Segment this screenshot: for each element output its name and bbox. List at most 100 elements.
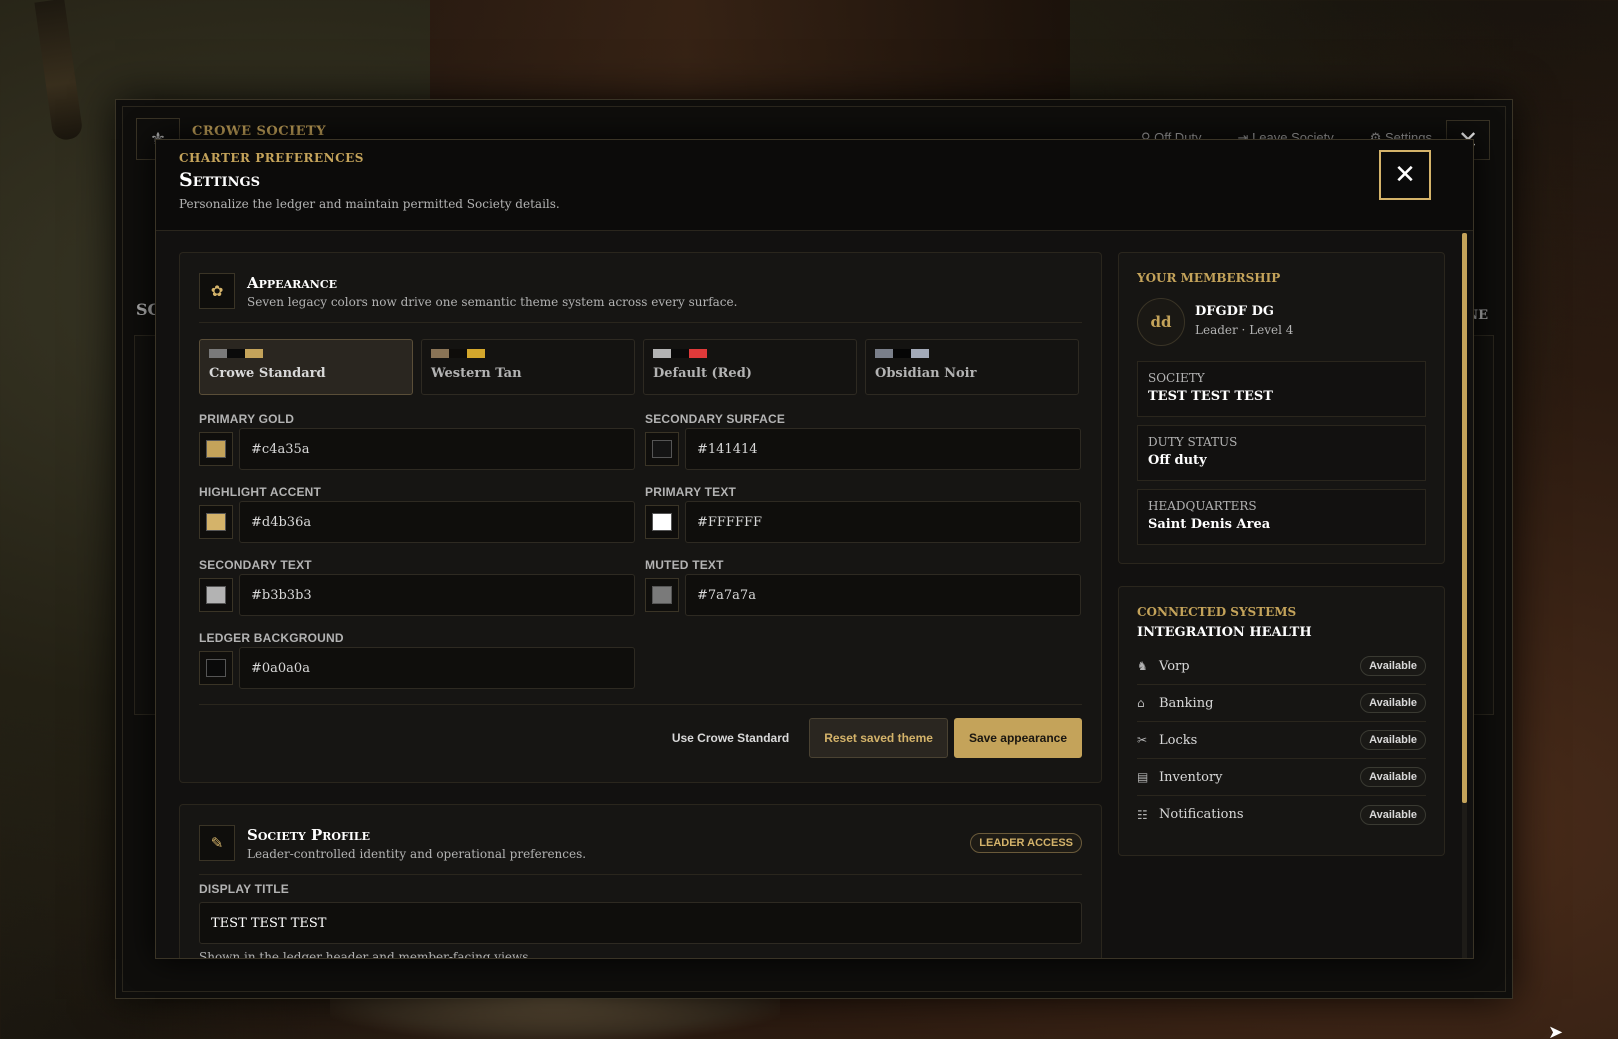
info-duty-status: DUTY STATUS Off duty [1137, 425, 1426, 481]
save-appearance-button[interactable]: Save appearance [953, 718, 1082, 758]
modal-subtitle: Personalize the ledger and maintain perm… [179, 197, 560, 211]
reset-saved-theme-button[interactable]: Reset saved theme [809, 718, 948, 758]
status-badge: Available [1360, 767, 1426, 787]
preset-obsidian-noir[interactable]: Obsidian Noir [865, 339, 1079, 395]
ledger-background-input[interactable] [239, 647, 635, 689]
display-title-help: Shown in the ledger header and member-fa… [199, 950, 533, 959]
modal-title: Settings [179, 169, 260, 191]
society-profile-panel: ✎ Society Profile Leader-controlled iden… [179, 804, 1102, 959]
color-fields-grid: PRIMARY GOLD SECONDARY SURFACE HIGHLIGHT… [199, 412, 1082, 689]
field-label: PRIMARY GOLD [199, 412, 295, 426]
system-name: Locks [1159, 732, 1198, 748]
color-swatch [206, 586, 226, 604]
member-role: Leader · Level 4 [1195, 323, 1294, 337]
color-swatch [893, 349, 911, 358]
info-value: TEST TEST TEST [1148, 389, 1273, 404]
ledger-title: CROWE SOCIETY [192, 124, 327, 139]
preset-default-red[interactable]: Default (Red) [643, 339, 857, 395]
color-swatch-button[interactable] [645, 505, 679, 539]
appearance-actions-divider [199, 704, 1082, 705]
connected-systems-panel: CONNECTED SYSTEMS INTEGRATION HEALTH ♞ V… [1118, 586, 1445, 856]
field-secondary-surface: SECONDARY SURFACE [645, 412, 1081, 470]
preset-crowe-standard[interactable]: Crowe Standard [199, 339, 413, 395]
close-icon[interactable]: ✕ [1379, 150, 1431, 200]
color-row [199, 647, 635, 689]
field-label: MUTED TEXT [645, 558, 724, 572]
muted-text-input[interactable] [685, 574, 1081, 616]
inventory-icon: ▤ [1137, 770, 1149, 784]
field-label: PRIMARY TEXT [645, 485, 737, 499]
color-row [199, 428, 635, 470]
system-row-inventory: ▤ Inventory Available [1137, 759, 1426, 796]
color-swatch [671, 349, 689, 358]
color-swatch-button[interactable] [645, 432, 679, 466]
highlight-accent-input[interactable] [239, 501, 635, 543]
color-swatch [206, 659, 226, 677]
preset-swatches [209, 349, 403, 358]
appearance-actions: Use Crowe Standard Reset saved theme Sav… [199, 718, 1082, 758]
info-label: SOCIETY [1148, 371, 1205, 385]
background-lamp [34, 0, 84, 142]
profile-subtitle: Leader-controlled identity and operation… [247, 847, 587, 861]
color-swatch [911, 349, 929, 358]
modal-eyebrow: CHARTER PREFERENCES [179, 151, 364, 165]
member-identity: dd DFGDF DG Leader · Level 4 [1137, 298, 1426, 346]
color-swatch-button[interactable] [199, 432, 233, 466]
preset-western-tan[interactable]: Western Tan [421, 339, 635, 395]
systems-title: INTEGRATION HEALTH [1137, 625, 1312, 640]
secondary-surface-input[interactable] [685, 428, 1081, 470]
profile-title: Society Profile [247, 826, 371, 844]
color-row [199, 501, 635, 543]
color-swatch [449, 349, 467, 358]
info-value: Saint Denis Area [1148, 517, 1271, 532]
preset-swatches [653, 349, 847, 358]
horse-icon: ♞ [1137, 659, 1148, 673]
appearance-title: Appearance [247, 274, 337, 292]
color-swatch [245, 349, 263, 358]
appearance-divider [199, 322, 1082, 323]
color-swatch [227, 349, 245, 358]
color-swatch [875, 349, 893, 358]
color-row [645, 428, 1081, 470]
member-name: DFGDF DG [1195, 304, 1275, 319]
secondary-text-input[interactable] [239, 574, 635, 616]
modal-header: CHARTER PREFERENCES Settings Personalize… [156, 140, 1473, 231]
preset-swatches [431, 349, 625, 358]
field-primary-gold: PRIMARY GOLD [199, 412, 635, 470]
color-row [645, 501, 1081, 543]
color-swatch [652, 586, 672, 604]
appearance-panel: ✿ Appearance Seven legacy colors now dri… [179, 252, 1102, 783]
info-headquarters: HEADQUARTERS Saint Denis Area [1137, 489, 1426, 545]
field-muted-text: MUTED TEXT [645, 558, 1081, 616]
display-title-input[interactable] [199, 902, 1082, 944]
color-swatch [431, 349, 449, 358]
display-title-label: DISPLAY TITLE [199, 882, 289, 896]
color-swatch-button[interactable] [199, 505, 233, 539]
avatar: dd [1137, 298, 1185, 346]
color-swatch-button[interactable] [645, 578, 679, 612]
color-swatch-button[interactable] [199, 651, 233, 685]
notification-icon: ☷ [1137, 807, 1148, 822]
scrollbar-thumb[interactable] [1462, 233, 1467, 803]
appearance-header: ✿ Appearance Seven legacy colors now dri… [199, 273, 1082, 309]
preset-name: Western Tan [431, 366, 522, 381]
status-badge: Available [1360, 804, 1426, 825]
system-name: Vorp [1159, 658, 1190, 674]
rosette-icon: ✿ [199, 273, 235, 309]
field-highlight-accent: HIGHLIGHT ACCENT [199, 485, 635, 543]
background-door [430, 0, 1070, 100]
systems-list: ♞ Vorp Available ⌂ Banking Available ✂ L… [1137, 648, 1426, 833]
primary-text-input[interactable] [685, 501, 1081, 543]
color-row [645, 574, 1081, 616]
scroll-icon: ✎ [199, 825, 235, 861]
color-swatch [467, 349, 485, 358]
settings-modal: CHARTER PREFERENCES Settings Personalize… [155, 139, 1474, 959]
color-swatch-button[interactable] [199, 578, 233, 612]
preset-swatches [875, 349, 1069, 358]
system-row-banking: ⌂ Banking Available [1137, 685, 1426, 722]
preset-name: Obsidian Noir [875, 366, 977, 381]
field-label: SECONDARY TEXT [199, 558, 312, 572]
primary-gold-input[interactable] [239, 428, 635, 470]
use-crowe-standard-button[interactable]: Use Crowe Standard [658, 718, 803, 758]
status-badge: Available [1360, 730, 1426, 750]
